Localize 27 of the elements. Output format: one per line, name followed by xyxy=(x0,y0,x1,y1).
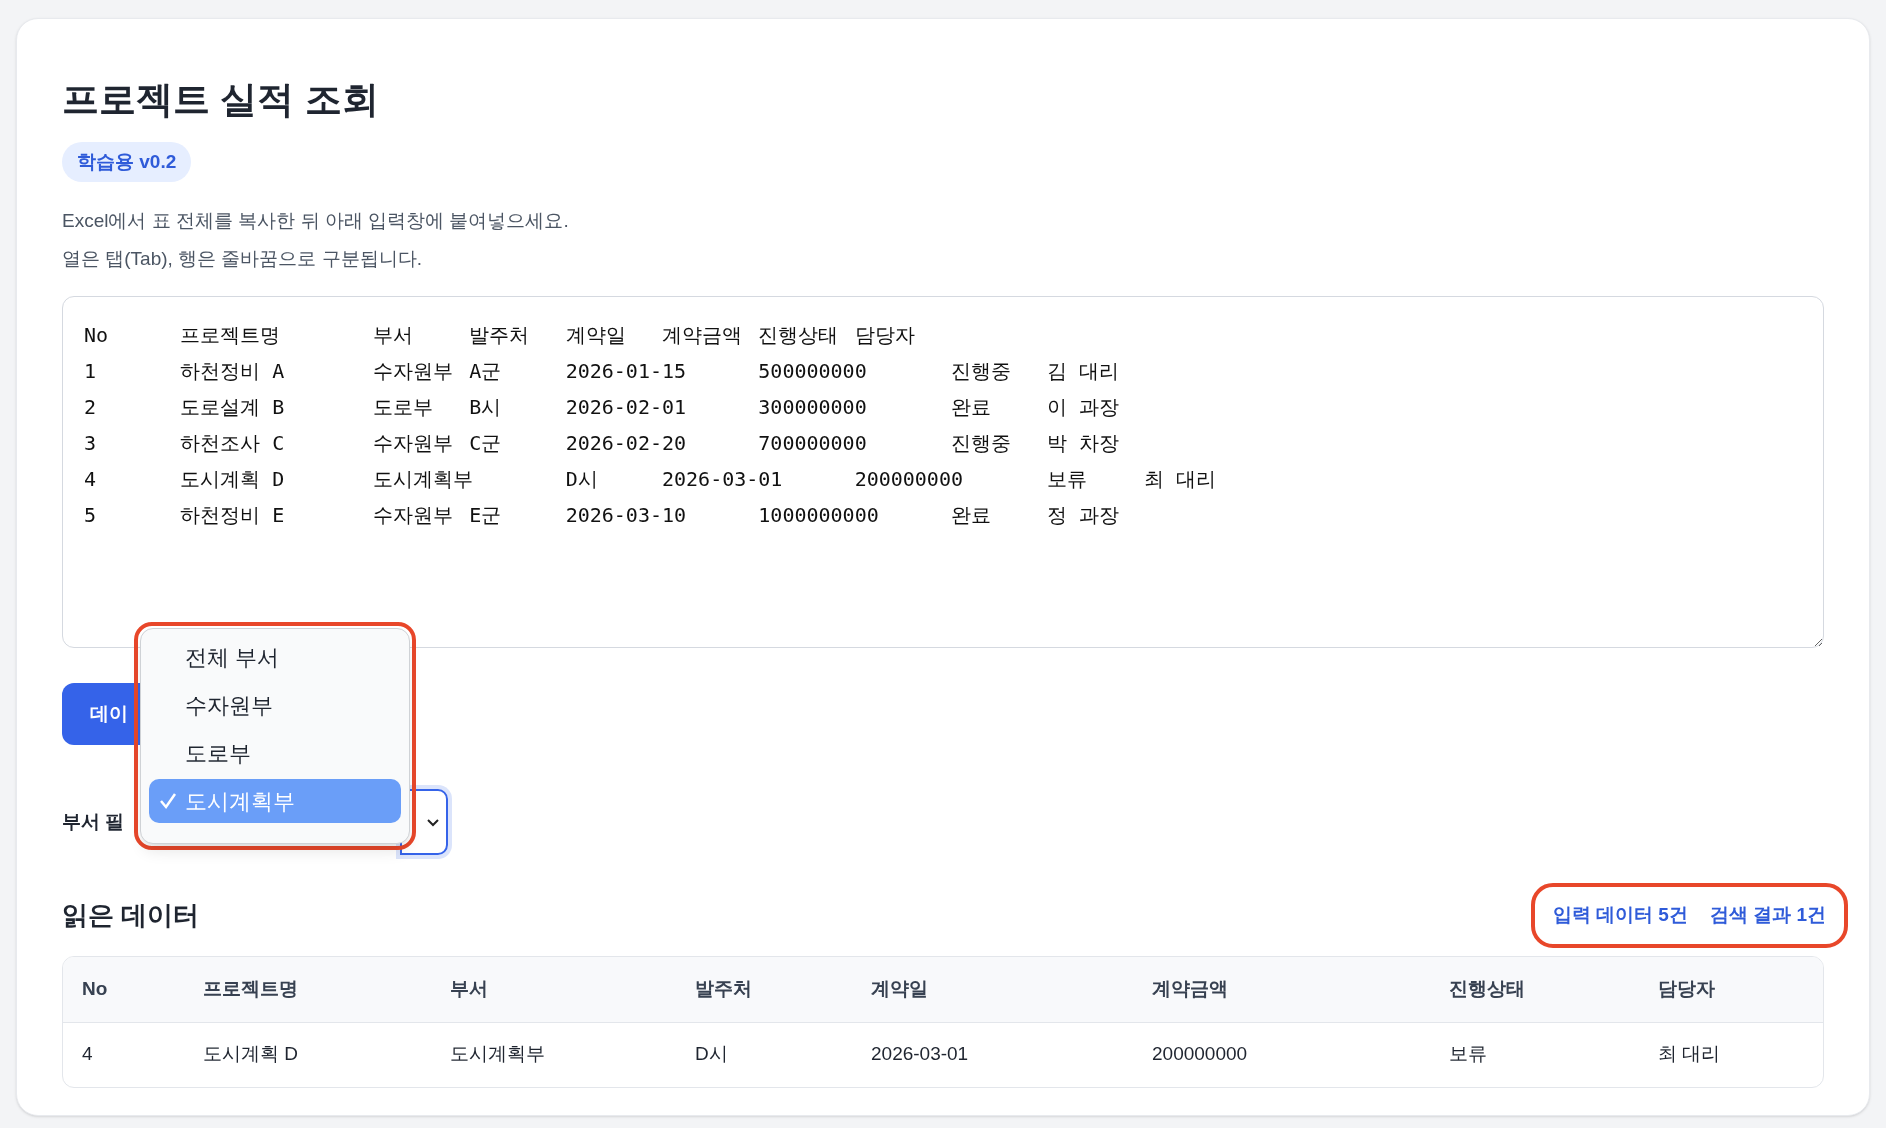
version-badge: 학습용 v0.2 xyxy=(62,142,192,182)
instruction-text: Excel에서 표 전체를 복사한 뒤 아래 입력창에 붙여넣으세요. xyxy=(62,209,570,233)
dropdown-option[interactable]: 수자원부 xyxy=(149,683,401,727)
column-header: 담당자 xyxy=(1658,977,1715,999)
column-header: 부서 xyxy=(450,977,488,999)
table-cell: 200000000 xyxy=(1152,1043,1248,1065)
table-cell: 도시계획 D xyxy=(203,1043,298,1065)
paste-input-field[interactable]: No 프로젝트명 부서 발주처 계약일 계약금액 진행상태 담당자 1 하천정비 A 수자원부 A군 2026-01-15 500000000 진행중 김 대리 2 도로설계 B 도로부 B시 2026-02-01 300000000 완료 이 과장 3 하천조사 C 수자원부 C군 2026-02-20 700000000 진행중 박 차장 4 도시계획 D 도시계획부 D시 2026-03-01 200000000 보류 최 대리 5 하천정비 E 수자원부 E군 2026-03-10 1000000000 완료 정 과장 xyxy=(62,296,1824,648)
count-label: 입력 데이터 5건 xyxy=(1552,903,1688,927)
column-header: 계약일 xyxy=(871,977,928,999)
page-title: 프로젝트 실적 조회 xyxy=(62,78,380,122)
table-cell: 2026-03-01 xyxy=(871,1043,969,1065)
count-label: 검색 결과 1건 xyxy=(1709,903,1826,927)
table-cell: 보류 xyxy=(1449,1043,1487,1065)
instruction-text: 열은 탭(Tab), 행은 줄바꿈으로 구분됩니다. xyxy=(62,247,423,271)
column-header: 프로젝트명 xyxy=(203,977,298,999)
filter-label: 부서 필 xyxy=(62,809,125,834)
section-title: 읽은 데이터 xyxy=(62,898,200,932)
column-header: 발주처 xyxy=(695,977,752,999)
table-cell: D시 xyxy=(695,1043,728,1065)
column-header: 진행상태 xyxy=(1449,977,1525,999)
table-cell: 최 대리 xyxy=(1658,1043,1721,1065)
dropdown-option[interactable]: 도로부 xyxy=(149,731,401,775)
table-cell: 도시계획부 xyxy=(450,1043,545,1065)
table-cell: 4 xyxy=(82,1043,93,1065)
column-header: 계약금액 xyxy=(1152,977,1228,999)
column-header: No xyxy=(82,977,108,999)
